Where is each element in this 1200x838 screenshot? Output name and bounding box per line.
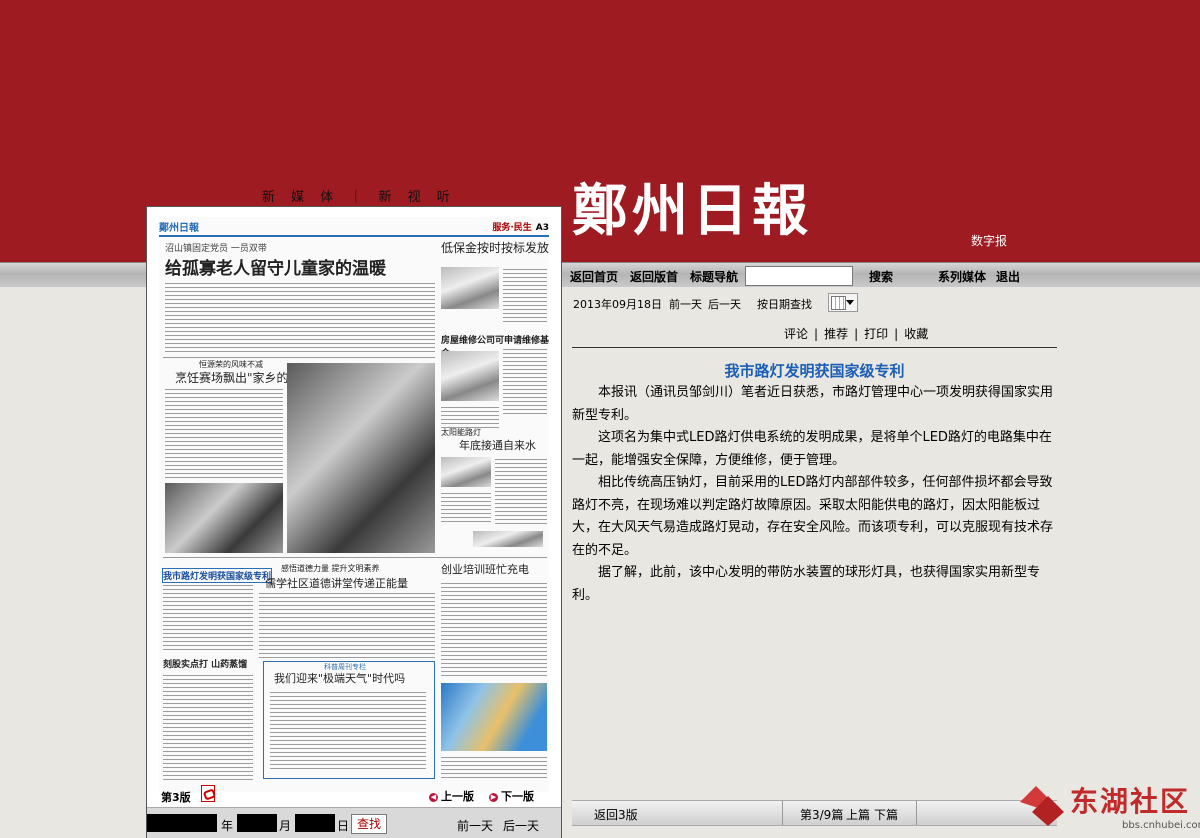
- article-paragraph: 相比传统高压钠灯，目前采用的LED路灯内部部件较多，任何部件损坏都会导致路灯不亮…: [572, 475, 1054, 558]
- watermark-text: 东湖社区: [1070, 785, 1191, 818]
- side-photo-2: [441, 351, 499, 401]
- box-headline[interactable]: 我们迎来"极端天气"时代吗: [274, 670, 405, 686]
- center3-text: [259, 591, 435, 659]
- media-series-link[interactable]: 系列媒体: [938, 268, 986, 285]
- chevron-down-icon: [846, 300, 854, 305]
- right3-text: [441, 581, 547, 677]
- science-box: 科普周刊专栏 我们迎来"极端天气"时代吗: [263, 661, 435, 779]
- left4-headline[interactable]: 刻股实点打 山药蒸馏: [163, 657, 247, 670]
- year-select[interactable]: [147, 814, 217, 832]
- left4-text: [163, 673, 253, 783]
- print-link[interactable]: 打印: [864, 327, 888, 341]
- box-text: [270, 690, 426, 772]
- day-label: 日: [337, 819, 350, 833]
- prev-day-link[interactable]: 前一天: [669, 296, 702, 312]
- article-paragraph: 本报讯（通讯员邹剑川）笔者近日获悉，市路灯管理中心一项发明获得国家实用新型专利。: [572, 385, 1054, 423]
- article-title: 我市路灯发明获国家级专利: [724, 362, 905, 380]
- chef-photo: [165, 483, 283, 553]
- bar-divider: [782, 801, 783, 825]
- find-by-date-label: 按日期查找: [757, 298, 812, 311]
- back-to-page-link[interactable]: 返回3版: [594, 806, 638, 823]
- exhibition-photo: [441, 683, 547, 751]
- exit-link[interactable]: 退出: [996, 268, 1020, 285]
- prev-article-link[interactable]: 上篇: [846, 806, 870, 823]
- month-select[interactable]: [237, 814, 277, 832]
- article-paragraph: 这项名为集中式LED路灯供电系统的发明成果，是将单个LED路灯的电路集中在一起，…: [572, 430, 1052, 468]
- rule-1: [163, 357, 435, 358]
- article-position: 第3/9篇: [800, 808, 844, 822]
- side-ad: [473, 531, 543, 547]
- side-photo-1: [441, 267, 499, 309]
- side-photo-3: [441, 457, 491, 487]
- home-link[interactable]: 返回首页: [570, 268, 618, 285]
- page-brand: 鄭州日報: [159, 222, 199, 234]
- calendar-icon[interactable]: [828, 293, 858, 312]
- page-number-label: 第3版: [161, 791, 191, 804]
- back-section-link[interactable]: 返回版首: [630, 268, 678, 285]
- recommend-link[interactable]: 推荐: [824, 327, 848, 341]
- newspaper-page-panel: 鄭州日報 服务·民生 A3 沼山镇固定党员 一员双带 给孤寡老人留守儿童家的温暖 …: [146, 206, 562, 838]
- current-date: 2013年09月18日: [573, 298, 662, 311]
- mid-text: [165, 387, 283, 479]
- day-select[interactable]: [295, 814, 335, 832]
- right-arrow-icon: ▶: [489, 793, 498, 802]
- side-text-3b: [441, 491, 491, 525]
- comment-link[interactable]: 评论: [784, 327, 808, 341]
- find-button[interactable]: 查找: [351, 814, 387, 834]
- cooking-photo: [287, 363, 435, 553]
- new-media-link[interactable]: 新 媒 体 ｜ 新 视 听: [262, 186, 456, 205]
- prev-page-link[interactable]: ◀ 上一版: [429, 788, 474, 804]
- divider: [572, 347, 1057, 348]
- side-headline-3[interactable]: 年底接通自来水: [459, 437, 536, 453]
- title-nav-link[interactable]: 标题导航: [690, 268, 738, 285]
- pdf-icon[interactable]: [201, 785, 215, 802]
- watermark-logo-icon: [1020, 786, 1064, 826]
- page-section: 服务·民生 A3: [492, 222, 549, 233]
- article-body: 本报讯（通讯员邹剑川）笔者近日获悉，市路灯管理中心一项发明获得国家实用新型专利。…: [572, 382, 1057, 607]
- month-label: 月: [279, 819, 292, 833]
- article-paragraph: 据了解，此前，该中心发明的带防水装置的球形灯具，也获得国家实用新型专利。: [572, 565, 1041, 603]
- center3-headline[interactable]: 儒学社区道德讲堂传递正能量: [265, 575, 408, 591]
- date-selector-bar: 年 月 日 查找 前一天 后一天: [147, 807, 561, 838]
- newspaper-page-image[interactable]: 鄭州日報 服务·民生 A3 沼山镇固定党员 一员双带 给孤寡老人留守儿童家的温暖 …: [159, 217, 549, 792]
- article-bottom-bar: 返回3版 第3/9篇 上篇 下篇: [572, 800, 1057, 826]
- rule-2: [163, 557, 547, 558]
- side-text-2: [503, 347, 547, 415]
- center3-kicker[interactable]: 感悟道德力量 提升文明素养: [281, 563, 380, 574]
- side-text-1: [503, 267, 547, 323]
- page-header: 鄭州日報 服务·民生 A3: [159, 217, 549, 237]
- photo-caption: [441, 755, 547, 779]
- paper-prev-day-link[interactable]: 前一天: [457, 817, 493, 834]
- next-page-link[interactable]: ▶ 下一版: [489, 788, 534, 804]
- right3-headline[interactable]: 创业培训班忙充电: [441, 561, 529, 577]
- digital-edition-label: 数字报: [971, 234, 1008, 248]
- search-input[interactable]: [745, 266, 853, 286]
- next-article-link[interactable]: 下篇: [874, 806, 898, 823]
- watermark-url: bbs.cnhubei.com: [1122, 820, 1200, 831]
- article-headline-highlight[interactable]: 我市路灯发明获国家级专利: [161, 568, 273, 583]
- bar-divider: [916, 801, 917, 825]
- next-day-link[interactable]: 后一天: [708, 296, 741, 312]
- side-text-3: [495, 457, 547, 525]
- site-watermark: 东湖社区 bbs.cnhubei.com: [1018, 780, 1200, 836]
- left-arrow-icon: ◀: [429, 793, 438, 802]
- article-actions: 评论 | 推荐 | 打印 | 收藏: [784, 327, 929, 341]
- lead-body-text: [165, 281, 435, 353]
- year-label: 年: [221, 819, 234, 833]
- left3-text: [163, 583, 253, 653]
- side-headline-1[interactable]: 低保金按时按标发放: [441, 239, 549, 256]
- paper-next-day-link[interactable]: 后一天: [503, 817, 539, 834]
- search-link[interactable]: 搜索: [869, 268, 893, 285]
- favorite-link[interactable]: 收藏: [904, 327, 928, 341]
- newspaper-logo: 鄭州日報: [572, 178, 812, 244]
